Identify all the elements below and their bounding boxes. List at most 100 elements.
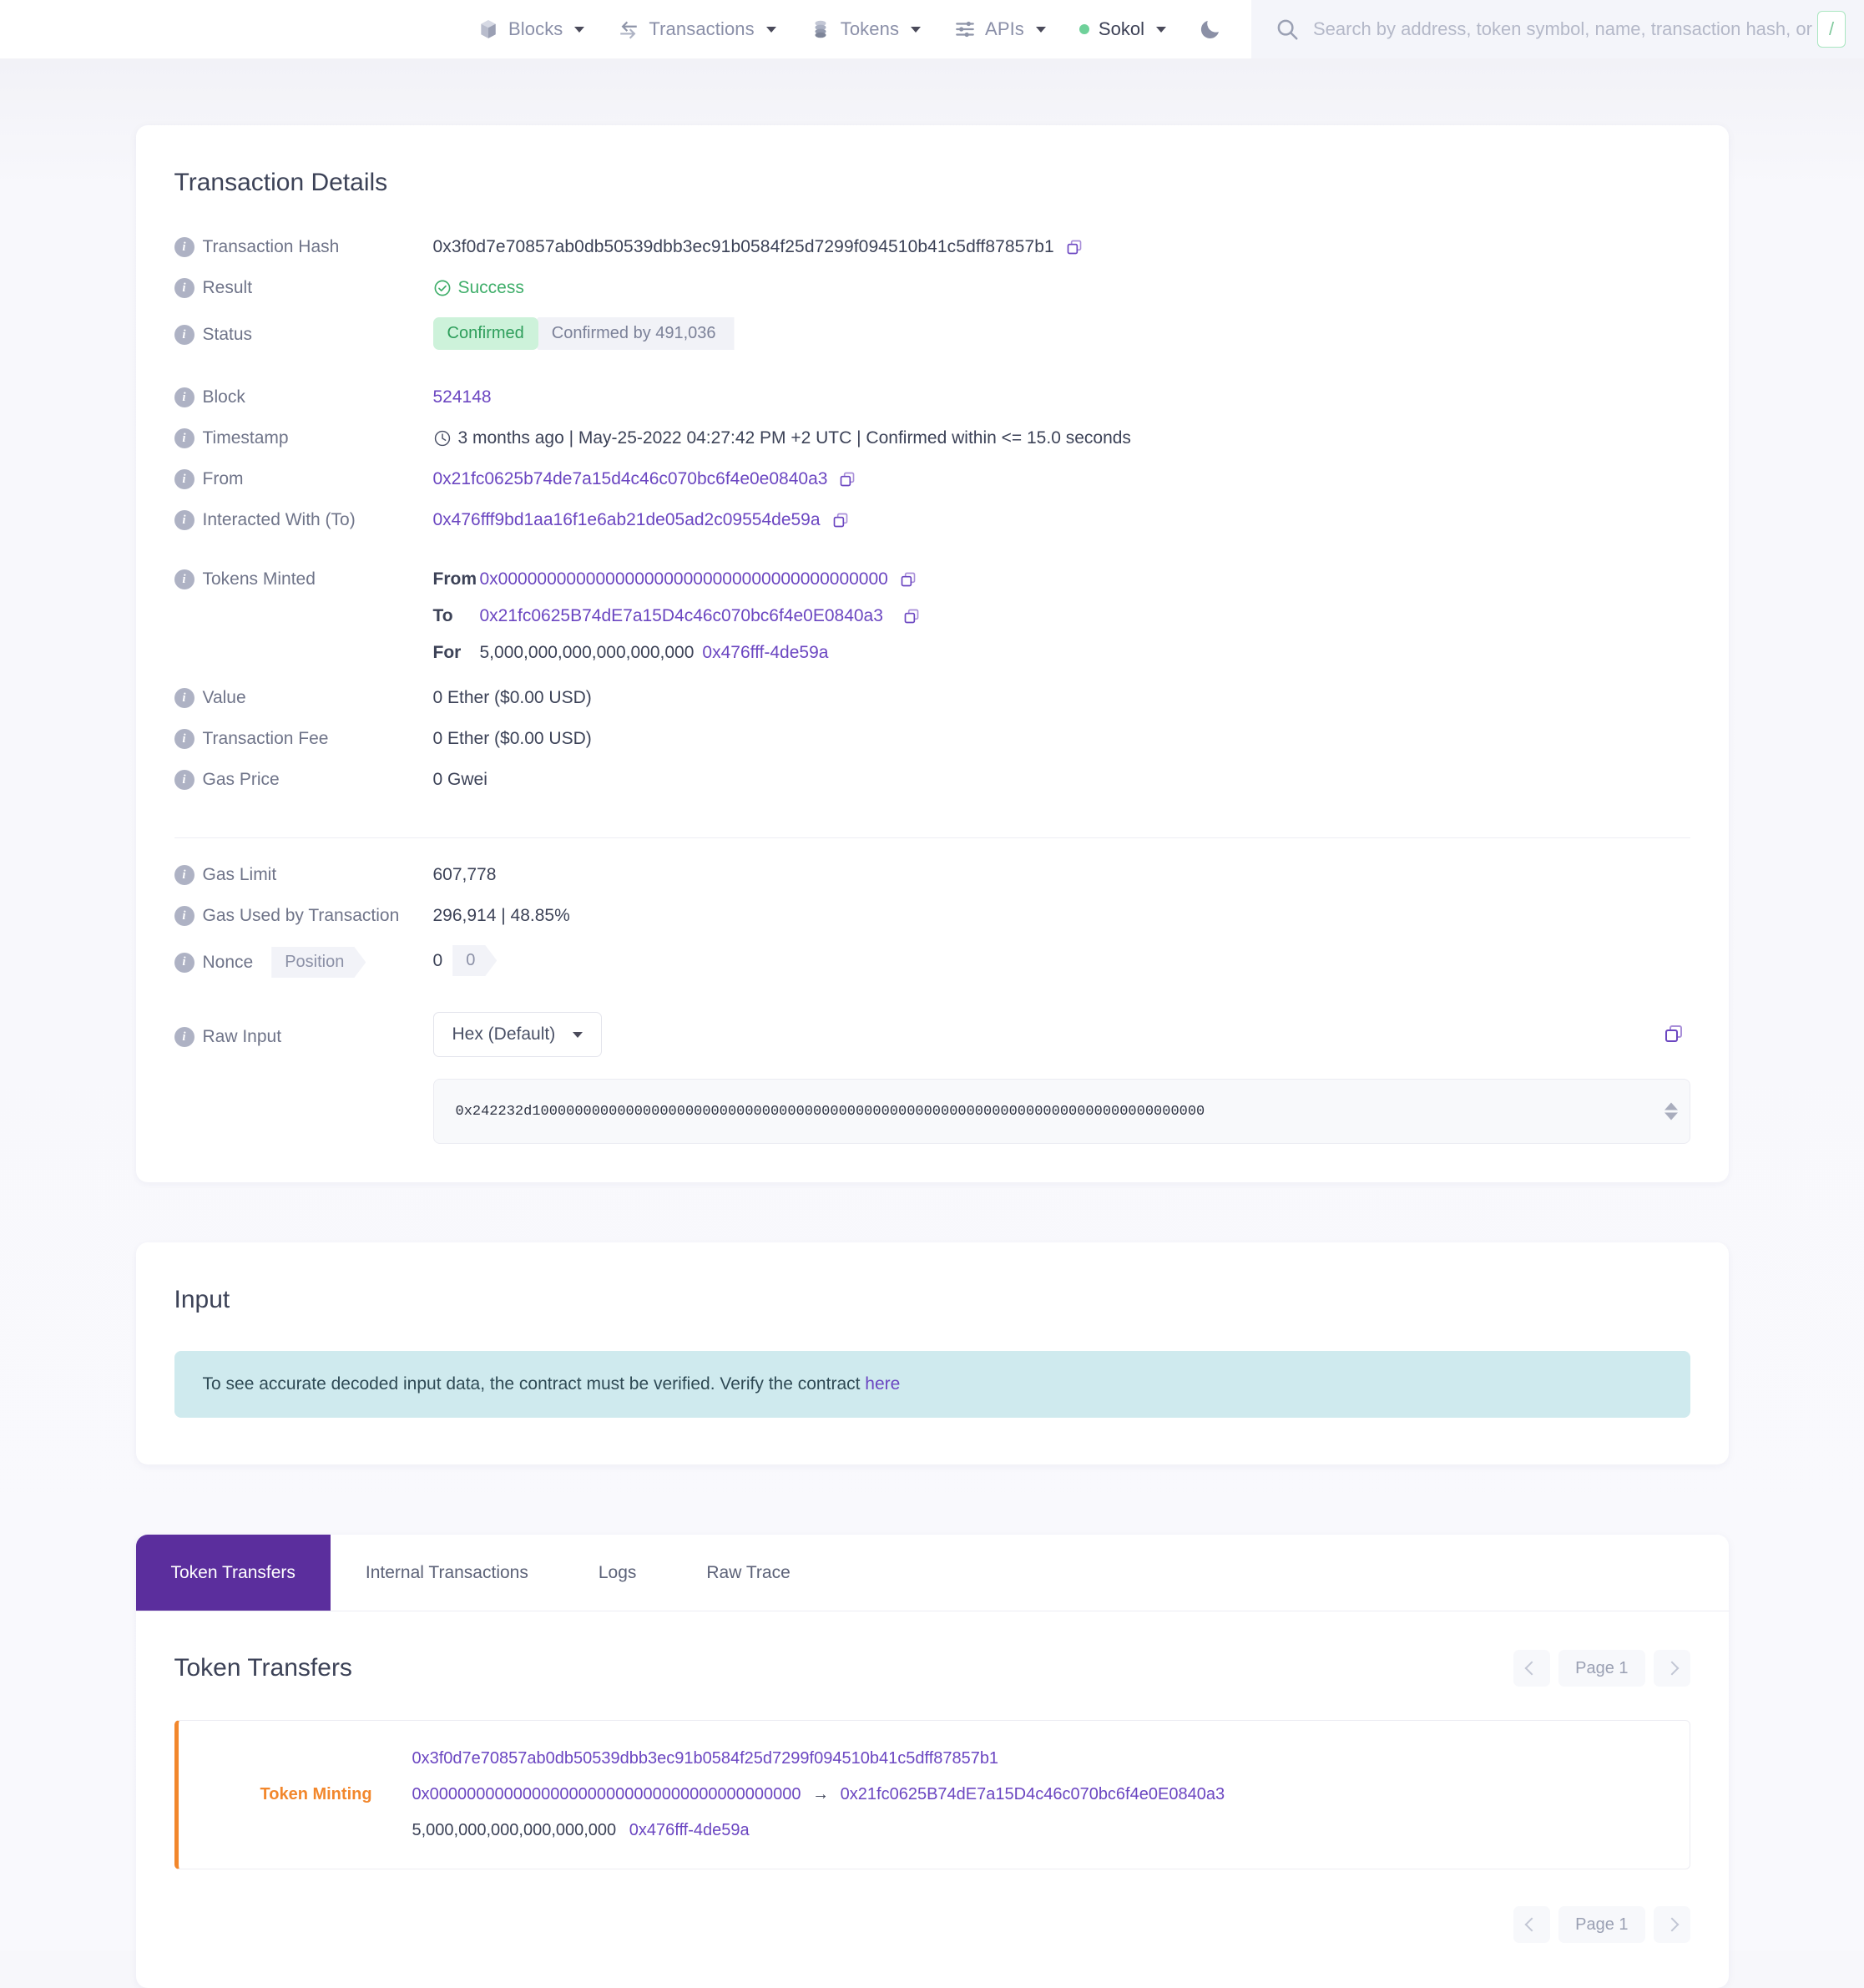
nav-item-tokens[interactable]: Tokens [793,0,937,58]
tab-raw-trace[interactable]: Raw Trace [671,1535,825,1611]
row-nonce-position: i Nonce Position 0 0 [174,945,1690,994]
label-raw-input: i Raw Input [174,1012,433,1047]
info-icon[interactable]: i [174,569,194,589]
copy-icon[interactable] [903,608,920,625]
tab-label: Token Transfers [170,1562,296,1582]
transfer-from-link[interactable]: 0x00000000000000000000000000000000000000… [412,1785,801,1803]
minted-from-key: From [432,569,477,589]
input-section-title: Input [174,1286,230,1313]
transfer-tx-hash-link[interactable]: 0x3f0d7e70857ab0db50539dbb3ec91b0584f25d… [412,1749,999,1768]
transfer-tx-hash-line: 0x3f0d7e70857ab0db50539dbb3ec91b0584f25d… [412,1749,1225,1768]
info-icon[interactable]: i [174,952,194,973]
from-address-link[interactable]: 0x21fc0625b74de7a15d4c46c070bc6f4e0e0840… [433,469,828,489]
prev-page-button[interactable] [1513,1906,1551,1943]
nav-item-apis[interactable]: APIs [937,0,1063,58]
nav-item-blocks[interactable]: Blocks [461,0,601,58]
search-shortcut-key[interactable]: / [1817,11,1846,48]
next-page-button[interactable] [1653,1906,1690,1943]
row-timestamp: i Timestamp 3 months ago | May-25-2022 0… [174,427,1690,468]
label-tokens-minted: i Tokens Minted [174,568,433,589]
info-icon[interactable]: i [174,770,194,790]
row-gas-limit: i Gas Limit 607,778 [174,863,1690,904]
minted-token-link[interactable]: 0x476fff-4de59a [702,643,828,663]
label-block: i Block [174,386,433,407]
raw-input-format-select[interactable]: Hex (Default) [432,1012,603,1057]
minted-amount: 5,000,000,000,000,000,000 [479,643,695,662]
chevron-right-icon [1664,1661,1679,1676]
chevron-left-icon [1524,1661,1539,1676]
info-icon[interactable]: i [174,237,194,257]
transaction-details-card: Transaction Details i Transaction Hash 0… [135,125,1729,1182]
verify-contract-link[interactable]: here [865,1374,900,1394]
search-bar[interactable]: / [1250,0,1864,58]
tab-token-transfers[interactable]: Token Transfers [135,1535,331,1611]
nav-item-transactions[interactable]: Transactions [601,0,792,58]
copy-icon[interactable] [832,512,849,529]
page-indicator[interactable]: Page 1 [1558,1906,1645,1943]
value-gas-limit: 607,778 [432,865,497,884]
row-tokens-minted: i Tokens Minted From 0x00000000000000000… [174,568,1690,663]
resize-handle[interactable] [1664,1102,1678,1120]
info-icon[interactable]: i [174,428,194,448]
value-status: Confirmed Confirmed by 491,036 [432,317,735,350]
timestamp-text: 3 months ago | May-25-2022 04:27:42 PM +… [457,428,1131,448]
row-interacted-with: i Interacted With (To) 0x476fff9bd1aa16f… [174,508,1690,549]
search-input[interactable] [1312,18,1817,40]
row-gas-used: i Gas Used by Transaction 296,914 | 48.8… [174,904,1690,945]
label-gas-limit: i Gas Limit [174,863,433,885]
info-icon[interactable]: i [174,387,194,407]
label-text: Block [202,387,245,407]
copy-icon[interactable] [1066,239,1083,255]
row-gas-price: i Gas Price 0 Gwei [174,768,1690,809]
to-address-link[interactable]: 0x476fff9bd1aa16f1e6ab21de05ad2c09554de5… [433,510,821,530]
minted-from-address[interactable]: 0x00000000000000000000000000000000000000… [480,569,888,589]
info-icon[interactable]: i [174,906,194,926]
page-title: Transaction Details [174,169,388,196]
nav-label-tokens: Tokens [840,18,900,39]
label-interacted-with: i Interacted With (To) [174,508,433,530]
token-transfers-panel: Token Transfers Page 1 Token Minting 0x3… [136,1611,1729,1988]
minted-to-address[interactable]: 0x21fc0625B74dE7a15D4c46c070bc6f4e0E0840… [480,606,883,626]
prev-page-button[interactable] [1513,1650,1551,1687]
transfer-to-link[interactable]: 0x21fc0625B74dE7a15D4c46c070bc6f4e0E0840… [841,1785,1225,1803]
info-icon[interactable]: i [174,325,194,345]
info-icon[interactable]: i [174,1027,194,1047]
label-text: Raw Input [202,1027,282,1046]
chevron-down-icon [1664,1112,1678,1120]
info-icon[interactable]: i [174,469,194,489]
tab-logs[interactable]: Logs [563,1535,672,1611]
info-icon[interactable]: i [174,688,194,708]
tab-internal-transactions[interactable]: Internal Transactions [331,1535,563,1611]
block-number-link[interactable]: 524148 [433,387,492,407]
network-selector[interactable]: Sokol [1063,0,1183,58]
transfer-token-link[interactable]: 0x476fff-4de59a [629,1821,750,1839]
copy-icon[interactable] [839,471,856,488]
sliders-icon [956,21,974,38]
label-text: Transaction Hash [202,237,340,256]
copy-icon[interactable] [900,571,917,588]
transfers-header: Token Transfers Page 1 [174,1650,1690,1687]
label-text: Value [202,688,246,707]
chevron-down-icon [765,26,776,33]
value-transaction-fee: 0 Ether ($0.00 USD) [432,729,592,748]
info-icon[interactable]: i [174,729,194,749]
info-icon[interactable]: i [174,278,194,298]
input-card: Input To see accurate decoded input data… [135,1242,1729,1464]
status-confirmed-pill: Confirmed [432,317,538,350]
next-page-button[interactable] [1653,1650,1690,1687]
moon-icon[interactable] [1198,17,1223,42]
primary-nav: Blocks Transactions Tokens APIs Sokol [461,0,1223,58]
info-icon[interactable]: i [174,865,194,885]
info-icon[interactable]: i [174,510,194,530]
raw-input-textarea[interactable]: 0x242232d1000000000000000000000000000000… [432,1079,1690,1144]
transfer-amount-line: 5,000,000,000,000,000,000 0x476fff-4de59… [412,1821,1225,1840]
label-text: Gas Limit [202,865,277,884]
copy-icon[interactable] [1664,1024,1684,1044]
transfer-type-label: Token Minting [260,1785,372,1803]
value-from: 0x21fc0625b74de7a15d4c46c070bc6f4e0e0840… [433,468,856,489]
transfer-addresses-line: 0x00000000000000000000000000000000000000… [412,1785,1225,1804]
notice-text: To see accurate decoded input data, the … [202,1374,866,1394]
result-status-text: Success [457,278,524,297]
row-from: i From 0x21fc0625b74de7a15d4c46c070bc6f4… [174,468,1690,508]
page-indicator[interactable]: Page 1 [1558,1650,1645,1687]
